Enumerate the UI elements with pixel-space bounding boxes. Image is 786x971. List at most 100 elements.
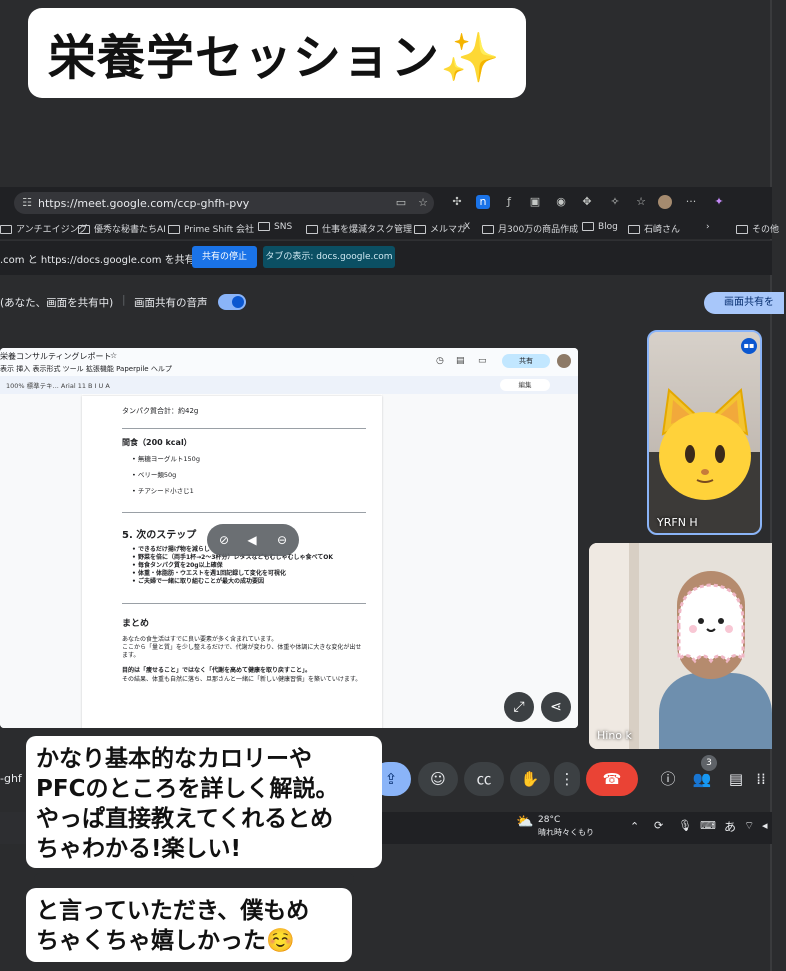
- extension-icon[interactable]: ▣: [528, 195, 542, 209]
- meet-presenting-bar: (あなた、画面を共有中) | 画面共有の音声: [0, 290, 772, 316]
- share-audio-toggle[interactable]: [218, 294, 246, 310]
- caption-line: ちゃわかる!楽しい!: [36, 836, 241, 862]
- extension-icon[interactable]: n: [476, 195, 490, 209]
- doc-left-margin: [0, 394, 82, 728]
- copilot-icon[interactable]: ✦: [712, 195, 726, 209]
- meeting-code: -ghf: [0, 772, 22, 785]
- font-icon[interactable]: ƒ: [502, 195, 516, 209]
- bookmark-item[interactable]: 優秀な秘書たちAI: [78, 222, 166, 235]
- remove-icon[interactable]: ⊖: [273, 531, 291, 549]
- divider: [122, 512, 366, 513]
- bookmark-star-icon[interactable]: ☆: [416, 196, 430, 210]
- url-text: https://meet.google.com/ccp-ghfh-pvy: [38, 196, 250, 210]
- audio-label: 画面共有の音声: [134, 297, 208, 309]
- participant-tile[interactable]: Hino k: [589, 543, 772, 749]
- caption-line: ちゃくちゃ嬉しかった☺️: [36, 928, 295, 954]
- volume-icon[interactable]: ◀: [243, 531, 261, 549]
- extension-toolbar: ✣ n ƒ ▣ ◉ ✥ ✧ ☆ ··· ✦: [450, 195, 750, 211]
- collections-icon[interactable]: ☆: [634, 195, 648, 209]
- doc-toolbar: 100% 標準テキ... Arial 11 B I U A 編集: [0, 376, 578, 394]
- comment-icon[interactable]: ▤: [456, 356, 465, 366]
- url-field[interactable]: ☷ https://meet.google.com/ccp-ghfh-pvy ▭…: [14, 192, 434, 214]
- doc-format-toolbar[interactable]: 100% 標準テキ... Arial 11 B I U A: [6, 380, 110, 390]
- folder-icon: [258, 222, 270, 231]
- title-banner: 栄養学セッション✨: [28, 8, 526, 98]
- participant-name: Hino k: [597, 729, 632, 742]
- next-step-item: • ご夫婦で一緒に取り組むことが最大の成功要因: [132, 578, 264, 585]
- profile-avatar[interactable]: [658, 195, 672, 209]
- share-screen-button[interactable]: 画面共有を: [704, 292, 784, 314]
- user-avatar[interactable]: [557, 354, 571, 368]
- folder-icon: [0, 225, 12, 234]
- next-steps-heading: 5. 次のステップ: [122, 530, 197, 541]
- bookmark-item[interactable]: X: [464, 222, 470, 232]
- share-doc-button[interactable]: 共有: [502, 354, 550, 368]
- puzzle-icon[interactable]: ✥: [580, 195, 594, 209]
- doc-title[interactable]: 栄養コンサルティングレポート: [0, 351, 112, 362]
- mic-icon[interactable]: 🎙: [678, 819, 692, 832]
- bookmark-item[interactable]: 月300万の商品作成: [482, 222, 578, 235]
- bookmark-item[interactable]: SNS: [258, 222, 292, 232]
- star-icon[interactable]: ☆: [110, 351, 117, 360]
- title-text: 栄養学セッション✨: [48, 30, 501, 86]
- bookmark-item[interactable]: Prime Shift 会社: [168, 222, 254, 235]
- stop-sharing-button[interactable]: 共有の停止: [192, 246, 257, 268]
- more-options-button[interactable]: ⋮: [554, 762, 580, 796]
- mic-off-icon[interactable]: ⊘: [215, 531, 233, 549]
- caption-line: と言っていただき、僕もめ: [36, 898, 310, 924]
- participant-name: YRFN H: [657, 516, 698, 529]
- bookmark-item[interactable]: 仕事を爆減タスク管理: [306, 222, 412, 235]
- doc-right-margin: [382, 394, 578, 728]
- ghost-sticker-icon: [677, 583, 745, 664]
- summary-heading: まとめ: [122, 619, 150, 629]
- snack-item: • ベリー類50g: [132, 471, 177, 479]
- favorites-icon[interactable]: ✧: [608, 195, 622, 209]
- doc-menu[interactable]: 表示 挿入 表示形式 ツール 拡張機能 Paperpile ヘルプ: [0, 364, 172, 374]
- snack-item: • チアシード小さじ1: [132, 487, 194, 495]
- expand-icon[interactable]: ⤢: [504, 692, 534, 722]
- cast-icon[interactable]: ▭: [394, 196, 408, 210]
- chevron-right-icon[interactable]: ›: [706, 222, 710, 232]
- extension-icon[interactable]: ✣: [450, 195, 464, 209]
- extension-icon[interactable]: ◉: [554, 195, 568, 209]
- captions-button[interactable]: ㏄: [464, 762, 504, 796]
- participant-tile[interactable]: ▪▪ YRFN H: [647, 330, 762, 535]
- bookmark-item[interactable]: Blog: [582, 222, 618, 232]
- bookmark-item[interactable]: 石崎さん: [628, 222, 680, 235]
- bookmarks-bar: アンチエイジング 優秀な秘書たちAI Prime Shift 会社 SNS 仕事…: [0, 219, 779, 239]
- bookmark-item[interactable]: アンチエイジング: [0, 222, 88, 235]
- bookmark-item[interactable]: その他: [736, 222, 779, 235]
- show-tab-button[interactable]: タブの表示: docs.google.com: [263, 246, 395, 268]
- bookmark-item[interactable]: メルマガ: [414, 222, 466, 235]
- reactions-button[interactable]: ☺: [418, 762, 458, 796]
- divider: [122, 428, 366, 429]
- folder-icon: [582, 222, 594, 231]
- ime-indicator[interactable]: あ: [724, 818, 736, 835]
- folder-icon: [78, 225, 90, 234]
- summary-line: ます。: [122, 652, 140, 659]
- snack-heading: 間食（200 kcal）: [122, 438, 192, 447]
- protein-total: タンパク質合計：約42g: [122, 407, 199, 415]
- meet-icon[interactable]: ▭: [478, 356, 487, 366]
- speaking-indicator-icon: ▪▪: [741, 338, 757, 354]
- keyboard-icon[interactable]: ⌨: [700, 819, 716, 832]
- more-icon[interactable]: ···: [684, 195, 698, 209]
- history-icon[interactable]: ◷: [436, 356, 444, 366]
- presenting-label: (あなた、画面を共有中): [0, 297, 114, 309]
- wifi-icon[interactable]: ⌔: [744, 819, 754, 833]
- shirt: [659, 673, 772, 749]
- chevron-up-icon[interactable]: ⌃: [630, 820, 639, 833]
- weather-icon[interactable]: ⛅: [516, 814, 533, 830]
- volume-icon[interactable]: ◂: [762, 819, 768, 832]
- sync-icon[interactable]: ⟳: [654, 819, 663, 832]
- weather-text: 晴れ時々くもり: [538, 828, 594, 837]
- edit-mode-button[interactable]: 編集: [500, 379, 550, 391]
- caption-line: PFCのところを詳しく解説。: [36, 776, 339, 802]
- site-info-icon[interactable]: ☷: [20, 196, 34, 210]
- divider: |: [122, 294, 126, 306]
- activities-icon[interactable]: ⁞⁞: [750, 762, 772, 796]
- caption-line: やっぱ直接教えてくれるとめ: [36, 806, 334, 832]
- leave-call-button[interactable]: ☎: [586, 762, 638, 796]
- share-icon[interactable]: ⋖: [541, 692, 571, 722]
- raise-hand-button[interactable]: ✋: [510, 762, 550, 796]
